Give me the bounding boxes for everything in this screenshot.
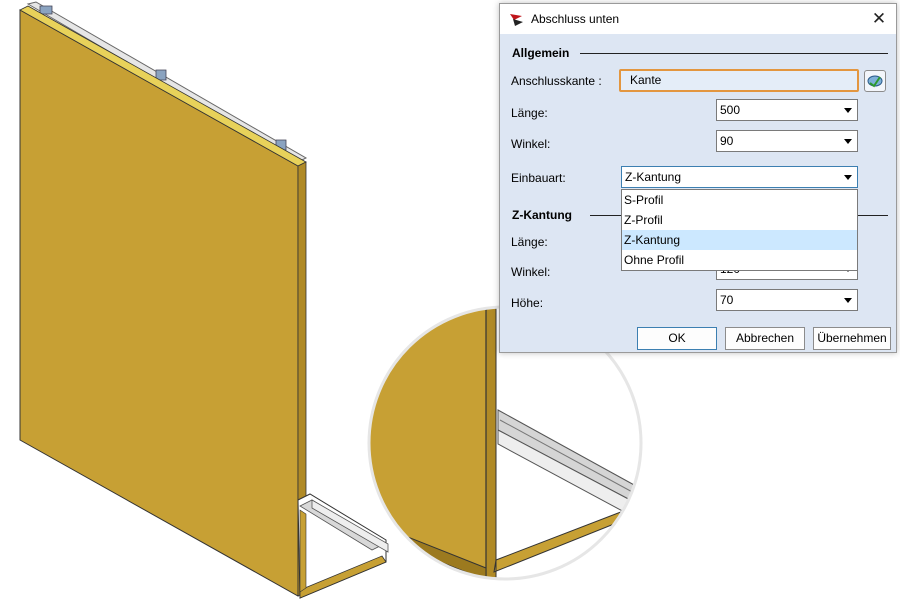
close-icon: ✕	[871, 9, 887, 28]
winkel-value: 90	[720, 134, 734, 148]
bottom-profile	[297, 493, 389, 599]
anschlusskante-field[interactable]: Kante	[619, 69, 859, 92]
hoehe-value: 70	[720, 293, 734, 307]
dropdown-option-s-profil[interactable]: S-Profil	[622, 190, 857, 210]
dialog-titlebar[interactable]: Abschluss unten ✕	[500, 4, 896, 34]
hoehe-label: Höhe:	[511, 296, 544, 310]
cancel-button[interactable]: Abbrechen	[725, 327, 805, 350]
group-divider	[580, 53, 888, 54]
dialog-title: Abschluss unten	[531, 12, 620, 26]
laenge-label: Länge:	[511, 106, 548, 120]
dropdown-option-ohne-profil[interactable]: Ohne Profil	[622, 250, 857, 270]
close-button[interactable]: ✕	[868, 8, 890, 30]
ok-button[interactable]: OK	[637, 327, 717, 350]
dialog-body: Allgemein Anschlusskante : Kante Länge: …	[500, 34, 896, 352]
einbauart-label: Einbauart:	[511, 171, 566, 185]
winkel-label: Winkel:	[511, 137, 551, 151]
laenge-combo[interactable]: 500	[716, 99, 858, 121]
zk-laenge-label: Länge:	[511, 235, 548, 249]
einbauart-dropdown-list: S-Profil Z-Profil Z-Kantung Ohne Profil	[621, 189, 858, 271]
pick-edge-icon	[867, 75, 883, 88]
apply-button[interactable]: Übernehmen	[813, 327, 891, 350]
zk-winkel-label: Winkel:	[511, 265, 551, 279]
dropdown-option-z-kantung[interactable]: Z-Kantung	[622, 230, 857, 250]
dropdown-option-z-profil[interactable]: Z-Profil	[622, 210, 857, 230]
winkel-combo[interactable]: 90	[716, 130, 858, 152]
group-title-zkantung: Z-Kantung	[508, 208, 576, 222]
einbauart-combo[interactable]: Z-Kantung	[621, 166, 858, 188]
group-title-allgemein: Allgemein	[508, 46, 574, 60]
chevron-down-icon	[844, 139, 852, 144]
wall-panel	[19, 5, 307, 597]
chevron-down-icon	[844, 298, 852, 303]
hicad-logo-icon	[509, 12, 524, 27]
chevron-down-icon	[844, 108, 852, 113]
anschlusskante-label: Anschlusskante :	[511, 74, 602, 88]
hoehe-combo[interactable]: 70	[716, 289, 858, 311]
laenge-value: 500	[720, 103, 741, 117]
abschluss-unten-dialog: Abschluss unten ✕ Allgemein Anschlusskan…	[499, 3, 897, 353]
chevron-down-icon	[844, 175, 852, 180]
pick-edge-button[interactable]	[864, 70, 886, 92]
einbauart-value: Z-Kantung	[625, 170, 682, 184]
